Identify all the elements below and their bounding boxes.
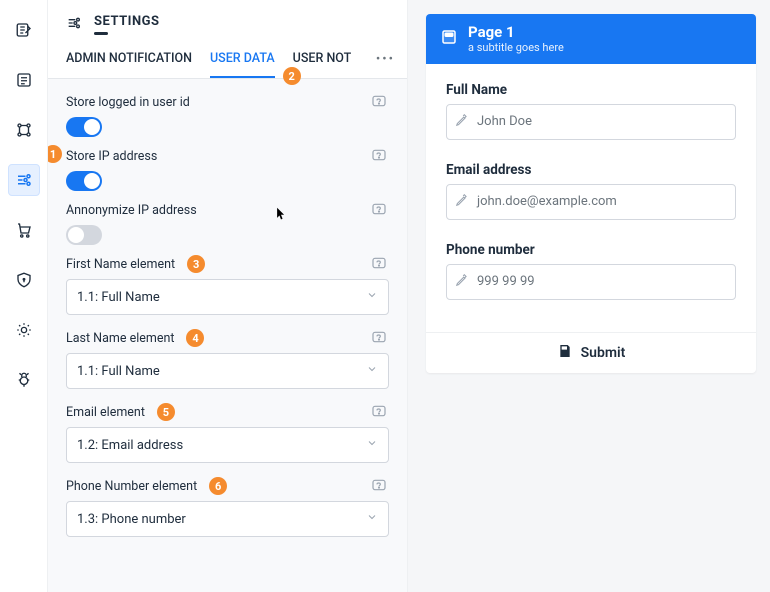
chevron-down-icon [366, 437, 378, 453]
row-store-ip: 1 Store IP address [66, 147, 389, 191]
page-icon [440, 28, 458, 50]
label-anon-ip: Annonymize IP address [66, 203, 197, 218]
row-first-name: First Name element 3 1.1: Full Name [66, 255, 389, 315]
select-phone-value: 1.3: Phone number [77, 512, 186, 527]
input-full-name[interactable]: John Doe [446, 104, 736, 140]
label-email: Email address [446, 162, 736, 178]
label-store-user-id: Store logged in user id [66, 95, 190, 110]
input-email-placeholder: john.doe@example.com [477, 194, 617, 209]
badge-1: 1 [48, 145, 62, 163]
help-icon[interactable] [371, 93, 389, 111]
rail-item-2[interactable] [8, 64, 40, 96]
rail-item-1[interactable] [8, 14, 40, 46]
rail-item-3[interactable] [8, 114, 40, 146]
select-first-name-value: 1.1: Full Name [77, 290, 160, 305]
row-phone-element: Phone Number element 6 1.3: Phone number [66, 477, 389, 537]
pen-icon [455, 193, 469, 211]
rail-item-7[interactable] [8, 314, 40, 346]
row-last-name: Last Name element 4 1.1: Full Name [66, 329, 389, 389]
sidebar-rail [0, 0, 48, 592]
chevron-down-icon [366, 363, 378, 379]
field-full-name: Full Name John Doe [446, 82, 736, 140]
tab-user-notification[interactable]: USER NOTIFICA [293, 41, 352, 78]
sliders-icon [66, 15, 82, 35]
select-phone-element[interactable]: 1.3: Phone number [66, 501, 389, 537]
settings-tabs: ADMIN NOTIFICATION USER DATA 2 USER NOTI… [48, 41, 407, 79]
rail-item-8[interactable] [8, 364, 40, 396]
tab-user-data[interactable]: USER DATA 2 [210, 41, 275, 78]
pen-icon [455, 113, 469, 131]
help-icon[interactable] [371, 329, 389, 347]
select-last-name[interactable]: 1.1: Full Name [66, 353, 389, 389]
tab-admin-notification[interactable]: ADMIN NOTIFICATION [66, 41, 192, 78]
label-first-name: First Name element [66, 257, 175, 272]
label-email-element: Email element [66, 405, 145, 420]
help-icon[interactable] [371, 255, 389, 273]
toggle-store-user-id[interactable] [66, 117, 102, 137]
label-full-name: Full Name [446, 82, 736, 98]
input-phone[interactable]: 999 99 99 [446, 264, 736, 300]
help-icon[interactable] [371, 477, 389, 495]
pen-icon [455, 273, 469, 291]
rail-item-settings[interactable] [8, 164, 40, 196]
settings-title: SETTINGS [94, 14, 160, 29]
field-email: Email address john.doe@example.com [446, 162, 736, 220]
field-phone: Phone number 999 99 99 [446, 242, 736, 300]
form-header: Page 1 a subtitle goes here [426, 14, 756, 64]
rail-item-5[interactable] [8, 214, 40, 246]
help-icon[interactable] [371, 403, 389, 421]
input-phone-placeholder: 999 99 99 [477, 274, 535, 289]
badge-5: 5 [157, 403, 175, 421]
row-anon-ip: Annonymize IP address [66, 201, 389, 245]
tabs-overflow[interactable]: ••• [370, 52, 401, 67]
settings-title-underline [94, 32, 108, 35]
toggle-anon-ip[interactable] [66, 225, 102, 245]
label-phone: Phone number [446, 242, 736, 258]
settings-header: SETTINGS [48, 0, 407, 41]
form-title: Page 1 [468, 24, 564, 41]
rail-item-6[interactable] [8, 264, 40, 296]
tab-user-data-label: USER DATA [210, 51, 275, 66]
badge-4: 4 [186, 329, 204, 347]
label-phone-element: Phone Number element [66, 479, 197, 494]
label-store-ip: Store IP address [66, 149, 157, 164]
select-email-element[interactable]: 1.2: Email address [66, 427, 389, 463]
select-first-name[interactable]: 1.1: Full Name [66, 279, 389, 315]
toggle-store-ip[interactable] [66, 171, 102, 191]
save-icon [557, 343, 573, 363]
submit-button[interactable]: Submit [426, 332, 756, 373]
input-email[interactable]: john.doe@example.com [446, 184, 736, 220]
settings-body: Store logged in user id 1 Store IP addre… [48, 79, 407, 592]
input-full-name-placeholder: John Doe [477, 114, 532, 129]
form-subtitle: a subtitle goes here [468, 41, 564, 54]
badge-2: 2 [283, 67, 301, 85]
chevron-down-icon [366, 289, 378, 305]
badge-6: 6 [209, 477, 227, 495]
settings-panel: SETTINGS ADMIN NOTIFICATION USER DATA 2 … [48, 0, 408, 592]
select-last-name-value: 1.1: Full Name [77, 364, 160, 379]
form-body: Full Name John Doe Email address john.do… [426, 64, 756, 332]
help-icon[interactable] [371, 201, 389, 219]
help-icon[interactable] [371, 147, 389, 165]
row-email-element: Email element 5 1.2: Email address [66, 403, 389, 463]
submit-label: Submit [581, 345, 626, 361]
select-email-value: 1.2: Email address [77, 438, 183, 453]
badge-3: 3 [187, 255, 205, 273]
chevron-down-icon [366, 511, 378, 527]
label-last-name: Last Name element [66, 331, 174, 346]
preview-panel: Page 1 a subtitle goes here Full Name Jo… [408, 0, 770, 592]
form-card: Page 1 a subtitle goes here Full Name Jo… [426, 14, 756, 373]
row-store-user-id: Store logged in user id [66, 93, 389, 137]
